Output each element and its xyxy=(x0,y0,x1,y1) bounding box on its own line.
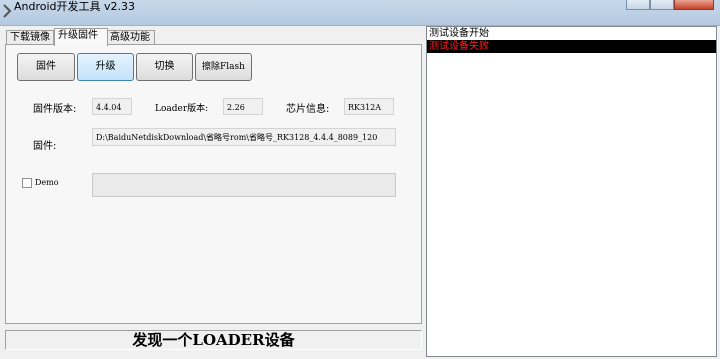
chip-info-field: RK312A xyxy=(344,98,394,115)
demo-checkbox[interactable] xyxy=(22,178,32,188)
demo-label: Demo xyxy=(35,178,59,187)
window-title: Android开发工具 v2.33 xyxy=(14,0,136,13)
tab-download-image[interactable]: 下载镜像 xyxy=(6,30,54,45)
firmware-path-label: 固件: xyxy=(33,141,57,152)
log-panel[interactable]: 测试设备开始 测试设备失败 xyxy=(426,26,717,357)
title-bar: Android开发工具 v2.33 xyxy=(0,0,720,26)
window-controls xyxy=(626,0,714,10)
firmware-version-field: 4.4.04 xyxy=(92,98,132,115)
loader-version-label: Loader版本: xyxy=(155,104,209,114)
log-line: 测试设备开始 xyxy=(429,28,489,39)
tab-upgrade-firmware[interactable]: 升级固件 xyxy=(54,28,108,46)
switch-button[interactable]: 切换 xyxy=(136,53,193,81)
firmware-button[interactable]: 固件 xyxy=(17,53,75,81)
firmware-path-field[interactable]: D:\BaiduNetdiskDownload\省略号rom\省略号_RK312… xyxy=(92,128,396,146)
tab-advanced[interactable]: 高级功能 xyxy=(106,30,155,45)
log-line-error: 测试设备失败 xyxy=(427,40,716,53)
close-button[interactable] xyxy=(674,0,714,10)
demo-input[interactable] xyxy=(92,173,396,197)
firmware-version-label: 固件版本: xyxy=(33,104,77,115)
chip-info-label: 芯片信息: xyxy=(286,104,330,115)
android-app-icon xyxy=(3,4,12,18)
upgrade-button[interactable]: 升级 xyxy=(77,53,134,81)
minimize-button[interactable] xyxy=(626,0,650,10)
maximize-button[interactable] xyxy=(650,0,674,10)
erase-flash-button[interactable]: 擦除Flash xyxy=(195,53,252,81)
loader-version-field: 2.26 xyxy=(223,98,263,115)
status-bar: 发现一个LOADER设备 xyxy=(5,330,422,350)
